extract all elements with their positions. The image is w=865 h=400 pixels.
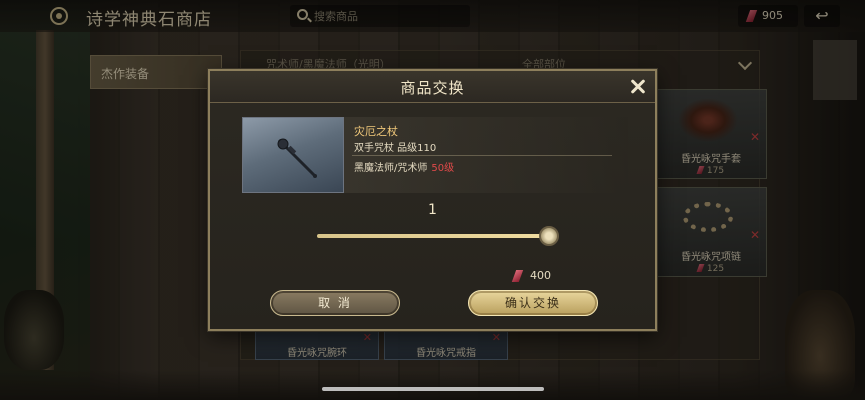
item-name: 灾厄之杖 xyxy=(354,125,398,138)
cost-value: 400 xyxy=(530,269,551,282)
dialog-header: 商品交换 xyxy=(210,71,655,103)
home-indicator[interactable] xyxy=(322,387,544,391)
crystal-icon xyxy=(511,270,524,282)
cancel-button[interactable]: 取 消 xyxy=(270,290,400,316)
item-class-requirement: 黑魔法师/咒术师 50级 xyxy=(354,163,455,174)
item-info-panel: 灾厄之杖 双手咒杖 品级110 黑魔法师/咒术师 50级 xyxy=(242,117,628,193)
divider xyxy=(352,155,612,156)
close-icon xyxy=(627,76,649,98)
quantity-slider-handle[interactable] xyxy=(539,226,559,246)
exchange-cost: 400 xyxy=(510,268,570,284)
item-type: 双手咒杖 品级110 xyxy=(354,143,437,154)
confirm-exchange-button[interactable]: 确认交换 xyxy=(468,290,598,316)
staff-icon xyxy=(277,138,317,178)
quantity-slider[interactable] xyxy=(317,234,549,238)
item-image xyxy=(242,117,344,193)
exchange-dialog: 商品交换 灾厄之杖 双手咒杖 品级110 黑魔法师/咒术师 50级 1 400 取… xyxy=(208,69,657,331)
item-level-requirement: 50级 xyxy=(431,163,455,174)
dialog-title: 商品交换 xyxy=(400,79,465,97)
quantity-value: 1 xyxy=(428,202,437,218)
close-button[interactable] xyxy=(627,76,649,98)
